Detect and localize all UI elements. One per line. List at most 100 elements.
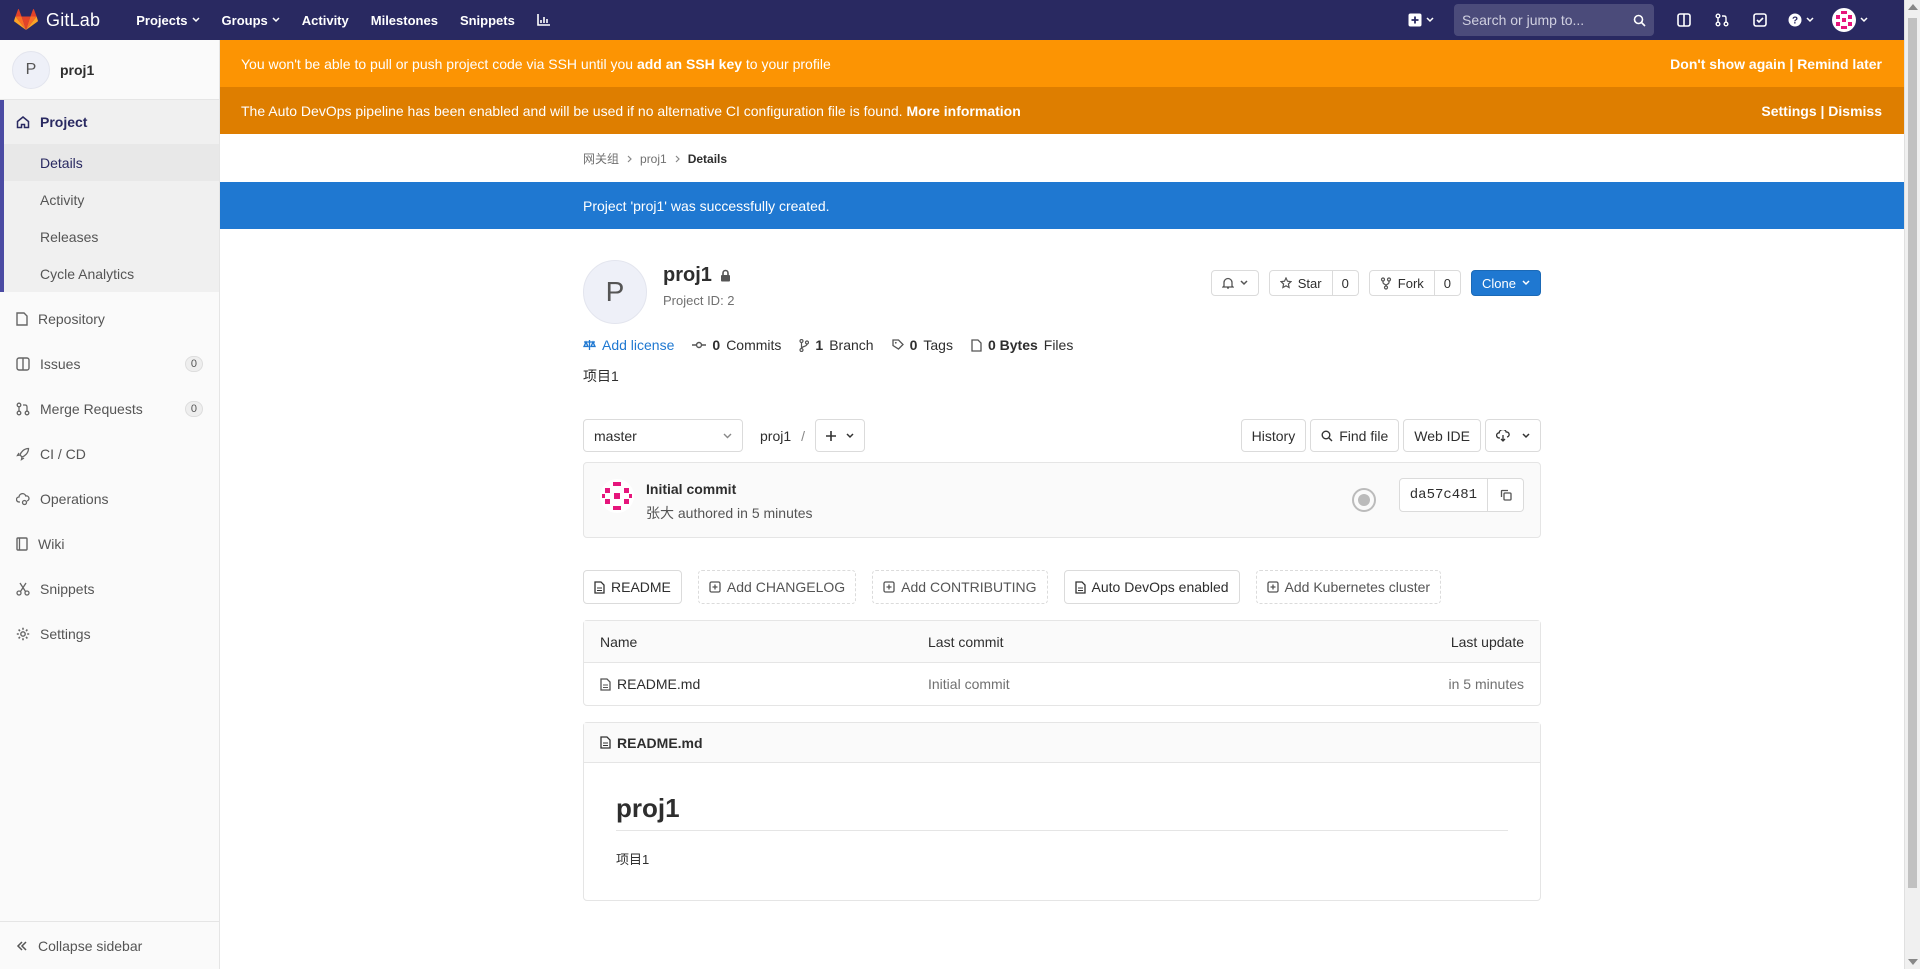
sidebar-item-settings[interactable]: Settings <box>0 611 219 656</box>
add-kubernetes-button[interactable]: Add Kubernetes cluster <box>1255 570 1442 604</box>
search-input[interactable] <box>1462 12 1633 28</box>
collapse-sidebar-button[interactable]: Collapse sidebar <box>0 921 219 969</box>
user-menu[interactable] <box>1826 4 1874 36</box>
sidebar-item-wiki[interactable]: Wiki <box>0 521 219 566</box>
fork-group: Fork 0 <box>1368 270 1462 296</box>
sidebar-item-operations[interactable]: Operations <box>0 476 219 521</box>
avatar <box>1832 8 1856 32</box>
table-row[interactable]: README.md Initial commit in 5 minutes <box>584 663 1540 705</box>
fork-count[interactable]: 0 <box>1434 270 1462 296</box>
star-count[interactable]: 0 <box>1332 270 1359 296</box>
scroll-up-arrow-icon[interactable] <box>1908 4 1918 10</box>
pipeline-status-icon[interactable] <box>1352 488 1376 512</box>
star-button[interactable]: Star <box>1268 270 1333 296</box>
svg-text:?: ? <box>1792 16 1798 27</box>
files-size-value: 0 Bytes <box>987 337 1038 353</box>
add-ssh-key-link[interactable]: add an SSH key <box>637 56 742 72</box>
history-button[interactable]: History <box>1240 419 1307 452</box>
table-header: Name Last commit Last update <box>584 621 1540 663</box>
branch-selector[interactable]: master <box>583 419 743 452</box>
add-changelog-button[interactable]: Add CHANGELOG <box>697 570 857 604</box>
sidebar-toggle-button[interactable] <box>1668 4 1700 36</box>
tree-toolbar: master proj1 / History Find file Web IDE <box>583 419 1541 452</box>
cloud-gear-icon <box>16 492 30 506</box>
file-last-commit[interactable]: Initial commit <box>928 676 1010 692</box>
readme-file-link[interactable]: README.md <box>617 735 703 751</box>
file-tree-table: Name Last commit Last update README.md I… <box>583 620 1541 706</box>
nav-analytics[interactable] <box>527 0 561 40</box>
tags-link[interactable]: 0 Tags <box>891 337 953 353</box>
download-dropdown[interactable] <box>1485 419 1541 452</box>
sidebar-item-label: Issues <box>40 355 81 372</box>
sidebar-context-header[interactable]: P proj1 <box>0 40 219 100</box>
sidebar-item-releases[interactable]: Releases <box>4 218 219 255</box>
add-license-link[interactable]: Add license <box>583 337 674 353</box>
tags-count: 0 <box>909 337 918 353</box>
new-item-dropdown[interactable] <box>1402 4 1440 36</box>
home-icon <box>16 115 30 129</box>
readme-panel: README.md proj1 项目1 <box>583 722 1541 901</box>
branch-label: Branch <box>829 337 874 353</box>
chevron-down-icon <box>1426 17 1434 23</box>
nav-snippets[interactable]: Snippets <box>450 0 525 40</box>
merge-requests-button[interactable] <box>1706 4 1738 36</box>
scrollbar-thumb[interactable] <box>1908 18 1917 888</box>
nav-projects[interactable]: Projects <box>126 0 209 40</box>
fork-button[interactable]: Fork <box>1368 270 1435 296</box>
sidebar-item-ci-cd[interactable]: CI / CD <box>0 431 219 476</box>
copy-sha-button[interactable] <box>1488 478 1524 512</box>
find-file-button[interactable]: Find file <box>1310 419 1400 452</box>
avatar[interactable] <box>600 479 634 513</box>
sidebar-item-repository[interactable]: Repository <box>0 296 219 341</box>
commits-link[interactable]: 0 Commits <box>692 337 781 353</box>
sidebar-item-issues[interactable]: Issues 0 <box>0 341 219 386</box>
commit-title-link[interactable]: Initial commit <box>646 481 736 497</box>
readme-button[interactable]: README <box>583 570 682 604</box>
commit-sha[interactable]: da57c481 <box>1398 478 1488 512</box>
nav-groups[interactable]: Groups <box>212 0 290 40</box>
path-root-link[interactable]: proj1 <box>760 428 791 444</box>
todos-button[interactable] <box>1744 4 1776 36</box>
sidebar-item-merge-requests[interactable]: Merge Requests 0 <box>0 386 219 431</box>
branches-link[interactable]: 1 Branch <box>799 337 874 353</box>
file-icon <box>971 338 982 352</box>
breadcrumb-group[interactable]: 网关组 <box>583 150 619 167</box>
breadcrumb-project[interactable]: proj1 <box>640 152 667 166</box>
ssh-banner-text: You won't be able to pull or push projec… <box>241 56 831 72</box>
fork-label: Fork <box>1397 275 1424 291</box>
auto-devops-button[interactable]: Auto DevOps enabled <box>1063 570 1240 604</box>
flash-notice[interactable]: Project 'proj1' was successfully created… <box>220 182 1904 229</box>
search-box[interactable] <box>1454 4 1654 36</box>
devops-banner-actions[interactable]: Settings | Dismiss <box>1761 103 1882 119</box>
ssh-banner-actions[interactable]: Don't show again | Remind later <box>1670 56 1882 72</box>
search-icon <box>1321 430 1333 442</box>
breadcrumb-current[interactable]: Details <box>688 152 727 166</box>
help-dropdown[interactable]: ? <box>1782 4 1820 36</box>
more-information-link[interactable]: More information <box>906 103 1020 119</box>
nav-activity[interactable]: Activity <box>292 0 359 40</box>
sidebar-item-label: Operations <box>40 490 109 507</box>
sidebar-item-project[interactable]: Project <box>4 100 219 144</box>
files-size[interactable]: 0 Bytes Files <box>971 337 1073 353</box>
nav-milestones[interactable]: Milestones <box>361 0 448 40</box>
add-contributing-button[interactable]: Add CONTRIBUTING <box>872 570 1048 604</box>
file-name-cell[interactable]: README.md <box>600 676 700 692</box>
add-to-tree-dropdown[interactable] <box>815 419 866 452</box>
notification-dropdown[interactable] <box>1210 270 1259 296</box>
nav-projects-label: Projects <box>136 12 188 28</box>
search-icon <box>1633 14 1646 27</box>
gitlab-logo[interactable]: GitLab <box>14 9 100 31</box>
chevron-down-icon <box>1522 280 1530 286</box>
sidebar-item-details[interactable]: Details <box>4 144 219 181</box>
scroll-down-arrow-icon[interactable] <box>1908 959 1918 965</box>
page-scrollbar[interactable] <box>1904 0 1920 969</box>
plus-square-icon <box>1408 13 1422 27</box>
web-ide-button[interactable]: Web IDE <box>1403 419 1481 452</box>
clone-button[interactable]: Clone <box>1471 270 1541 296</box>
branch-selector-value: master <box>594 427 637 444</box>
sidebar-item-snippets[interactable]: Snippets <box>0 566 219 611</box>
sidebar-item-activity[interactable]: Activity <box>4 181 219 218</box>
sidebar-item-cycle-analytics[interactable]: Cycle Analytics <box>4 255 219 292</box>
chevron-down-icon <box>192 17 200 23</box>
star-group: Star 0 <box>1268 270 1359 296</box>
